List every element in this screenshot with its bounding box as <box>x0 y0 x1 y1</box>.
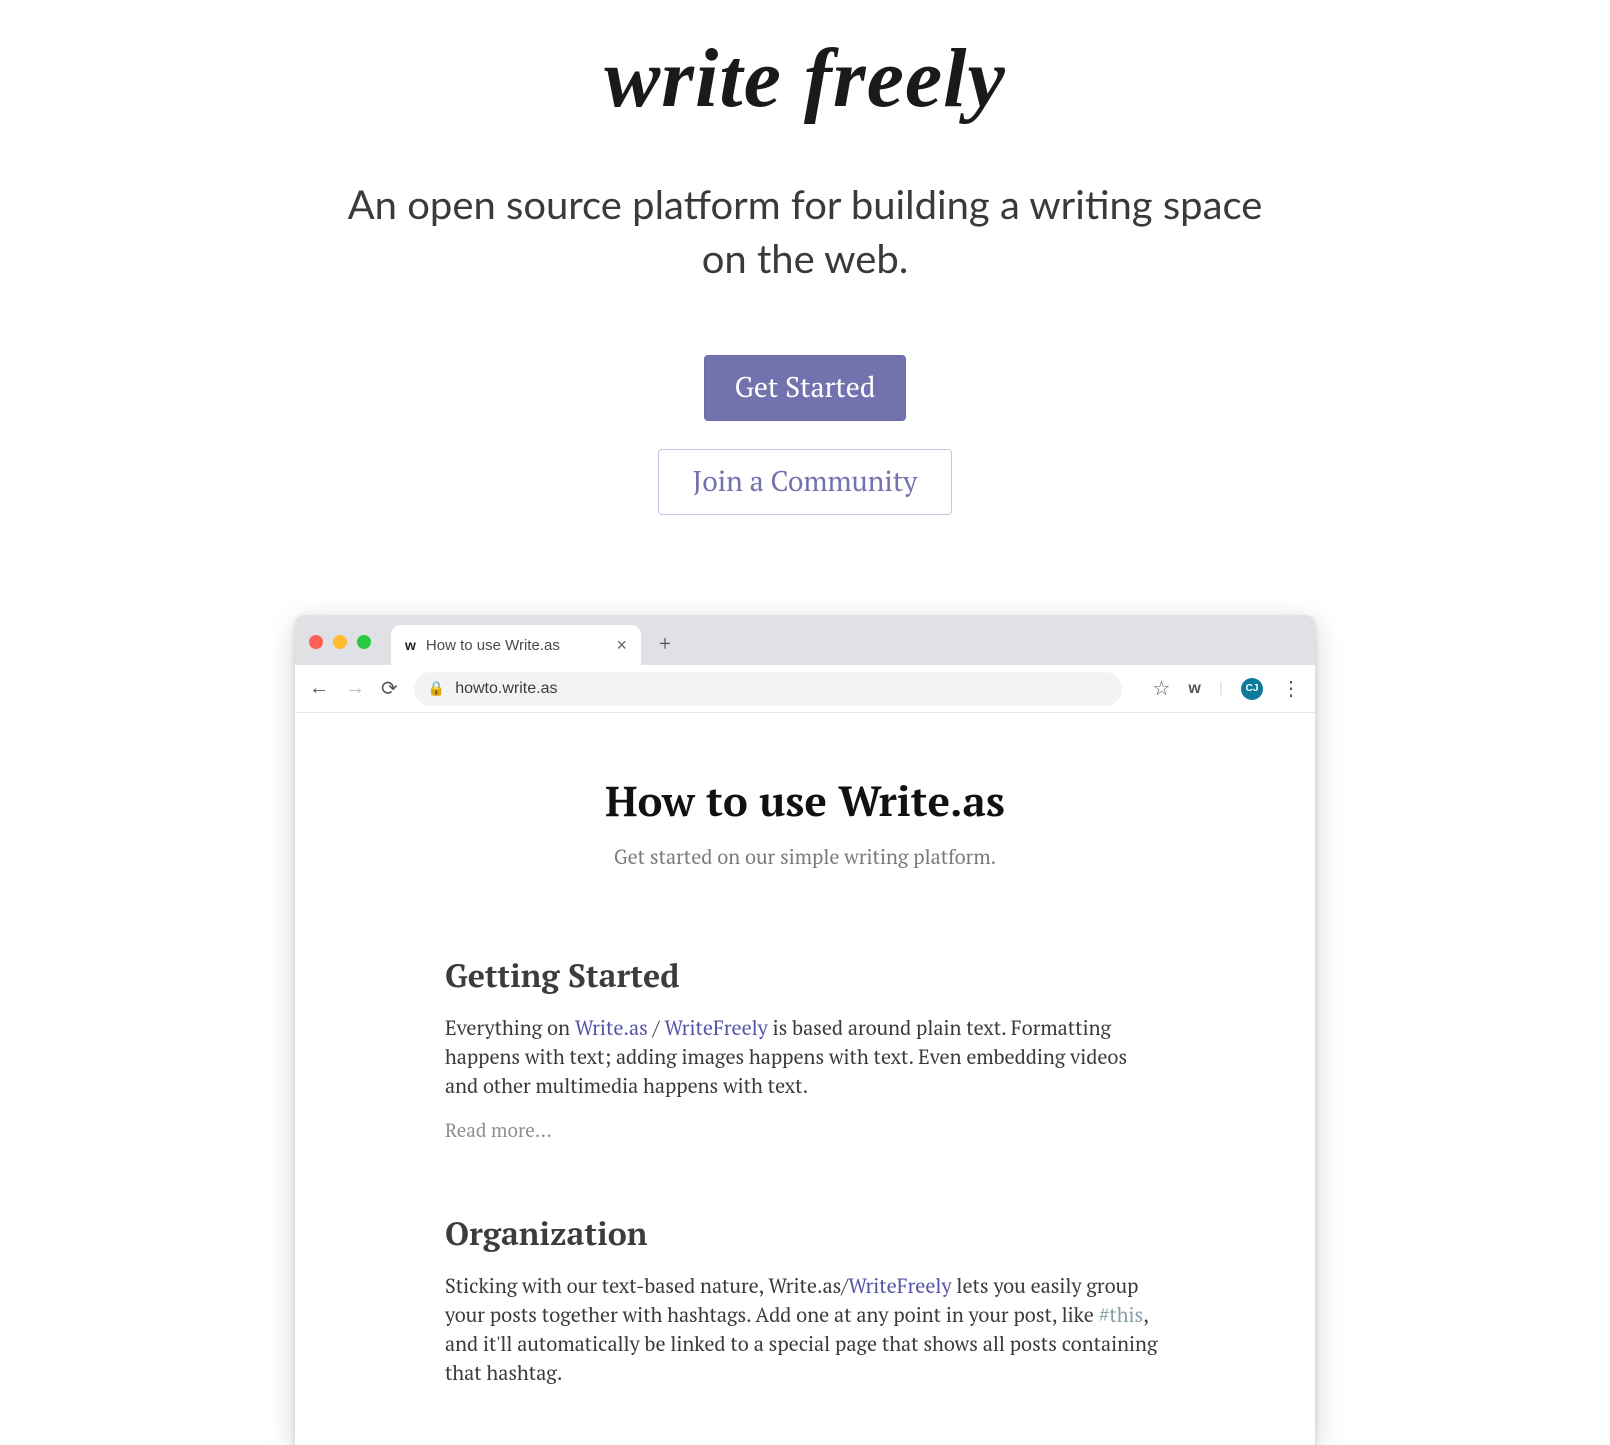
page-subtitle: Get started on our simple writing platfo… <box>445 843 1165 870</box>
bookmark-star-icon[interactable]: ☆ <box>1152 676 1170 701</box>
window-controls <box>309 635 371 649</box>
hero-tagline: An open source platform for building a w… <box>325 177 1285 285</box>
browser-screenshot: w How to use Write.as × + ← → ⟳ 🔒 howto.… <box>295 615 1315 1445</box>
address-bar[interactable]: 🔒 howto.write.as <box>414 672 1123 706</box>
page-title: How to use Write.as <box>445 773 1165 829</box>
get-started-button[interactable]: Get Started <box>704 355 907 421</box>
post-heading: Getting Started <box>445 955 1165 997</box>
post-getting-started: Getting Started Everything on Write.as /… <box>445 955 1165 1213</box>
link-writeas[interactable]: Write.as <box>575 1014 648 1041</box>
profile-avatar[interactable]: CJ <box>1241 678 1263 700</box>
lock-icon: 🔒 <box>428 680 445 697</box>
post-text: Everything on <box>445 1014 575 1041</box>
new-tab-button[interactable]: + <box>649 627 681 659</box>
post-body: Sticking with our text-based nature, Wri… <box>445 1271 1165 1387</box>
cta-group: Get Started Join a Community <box>0 355 1610 515</box>
browser-menu-icon[interactable]: ⋮ <box>1281 676 1301 701</box>
browser-tab[interactable]: w How to use Write.as × <box>391 625 641 665</box>
tab-title: How to use Write.as <box>426 637 560 654</box>
back-icon[interactable]: ← <box>309 677 329 700</box>
maximize-window-icon[interactable] <box>357 635 371 649</box>
tab-favicon-icon: w <box>405 637 416 653</box>
post-body: Everything on Write.as / WriteFreely is … <box>445 1013 1165 1100</box>
minimize-window-icon[interactable] <box>333 635 347 649</box>
hashtag-link[interactable]: #this <box>1099 1301 1144 1328</box>
toolbar-separator: | <box>1219 680 1223 698</box>
link-writefreely[interactable]: WriteFreely <box>664 1014 767 1041</box>
join-community-button[interactable]: Join a Community <box>658 449 953 515</box>
close-window-icon[interactable] <box>309 635 323 649</box>
browser-tab-strip: w How to use Write.as × + <box>295 615 1315 665</box>
extension-icon[interactable]: w <box>1188 680 1200 698</box>
browser-toolbar: ← → ⟳ 🔒 howto.write.as ☆ w | CJ ⋮ <box>295 665 1315 713</box>
post-heading: Organization <box>445 1213 1165 1255</box>
forward-icon[interactable]: → <box>345 677 365 700</box>
post-text: Sticking with our text-based nature, Wri… <box>445 1272 848 1299</box>
page-content: How to use Write.as Get started on our s… <box>295 713 1315 1445</box>
url-text: howto.write.as <box>455 680 557 698</box>
post-organization: Organization Sticking with our text-base… <box>445 1213 1165 1387</box>
read-more-link[interactable]: Read more... <box>445 1118 552 1143</box>
close-tab-icon[interactable]: × <box>616 636 627 654</box>
logo-wordmark: write freely <box>0 30 1610 127</box>
post-text: / <box>648 1014 665 1041</box>
reload-icon[interactable]: ⟳ <box>381 676 398 701</box>
link-writefreely[interactable]: WriteFreely <box>848 1272 951 1299</box>
